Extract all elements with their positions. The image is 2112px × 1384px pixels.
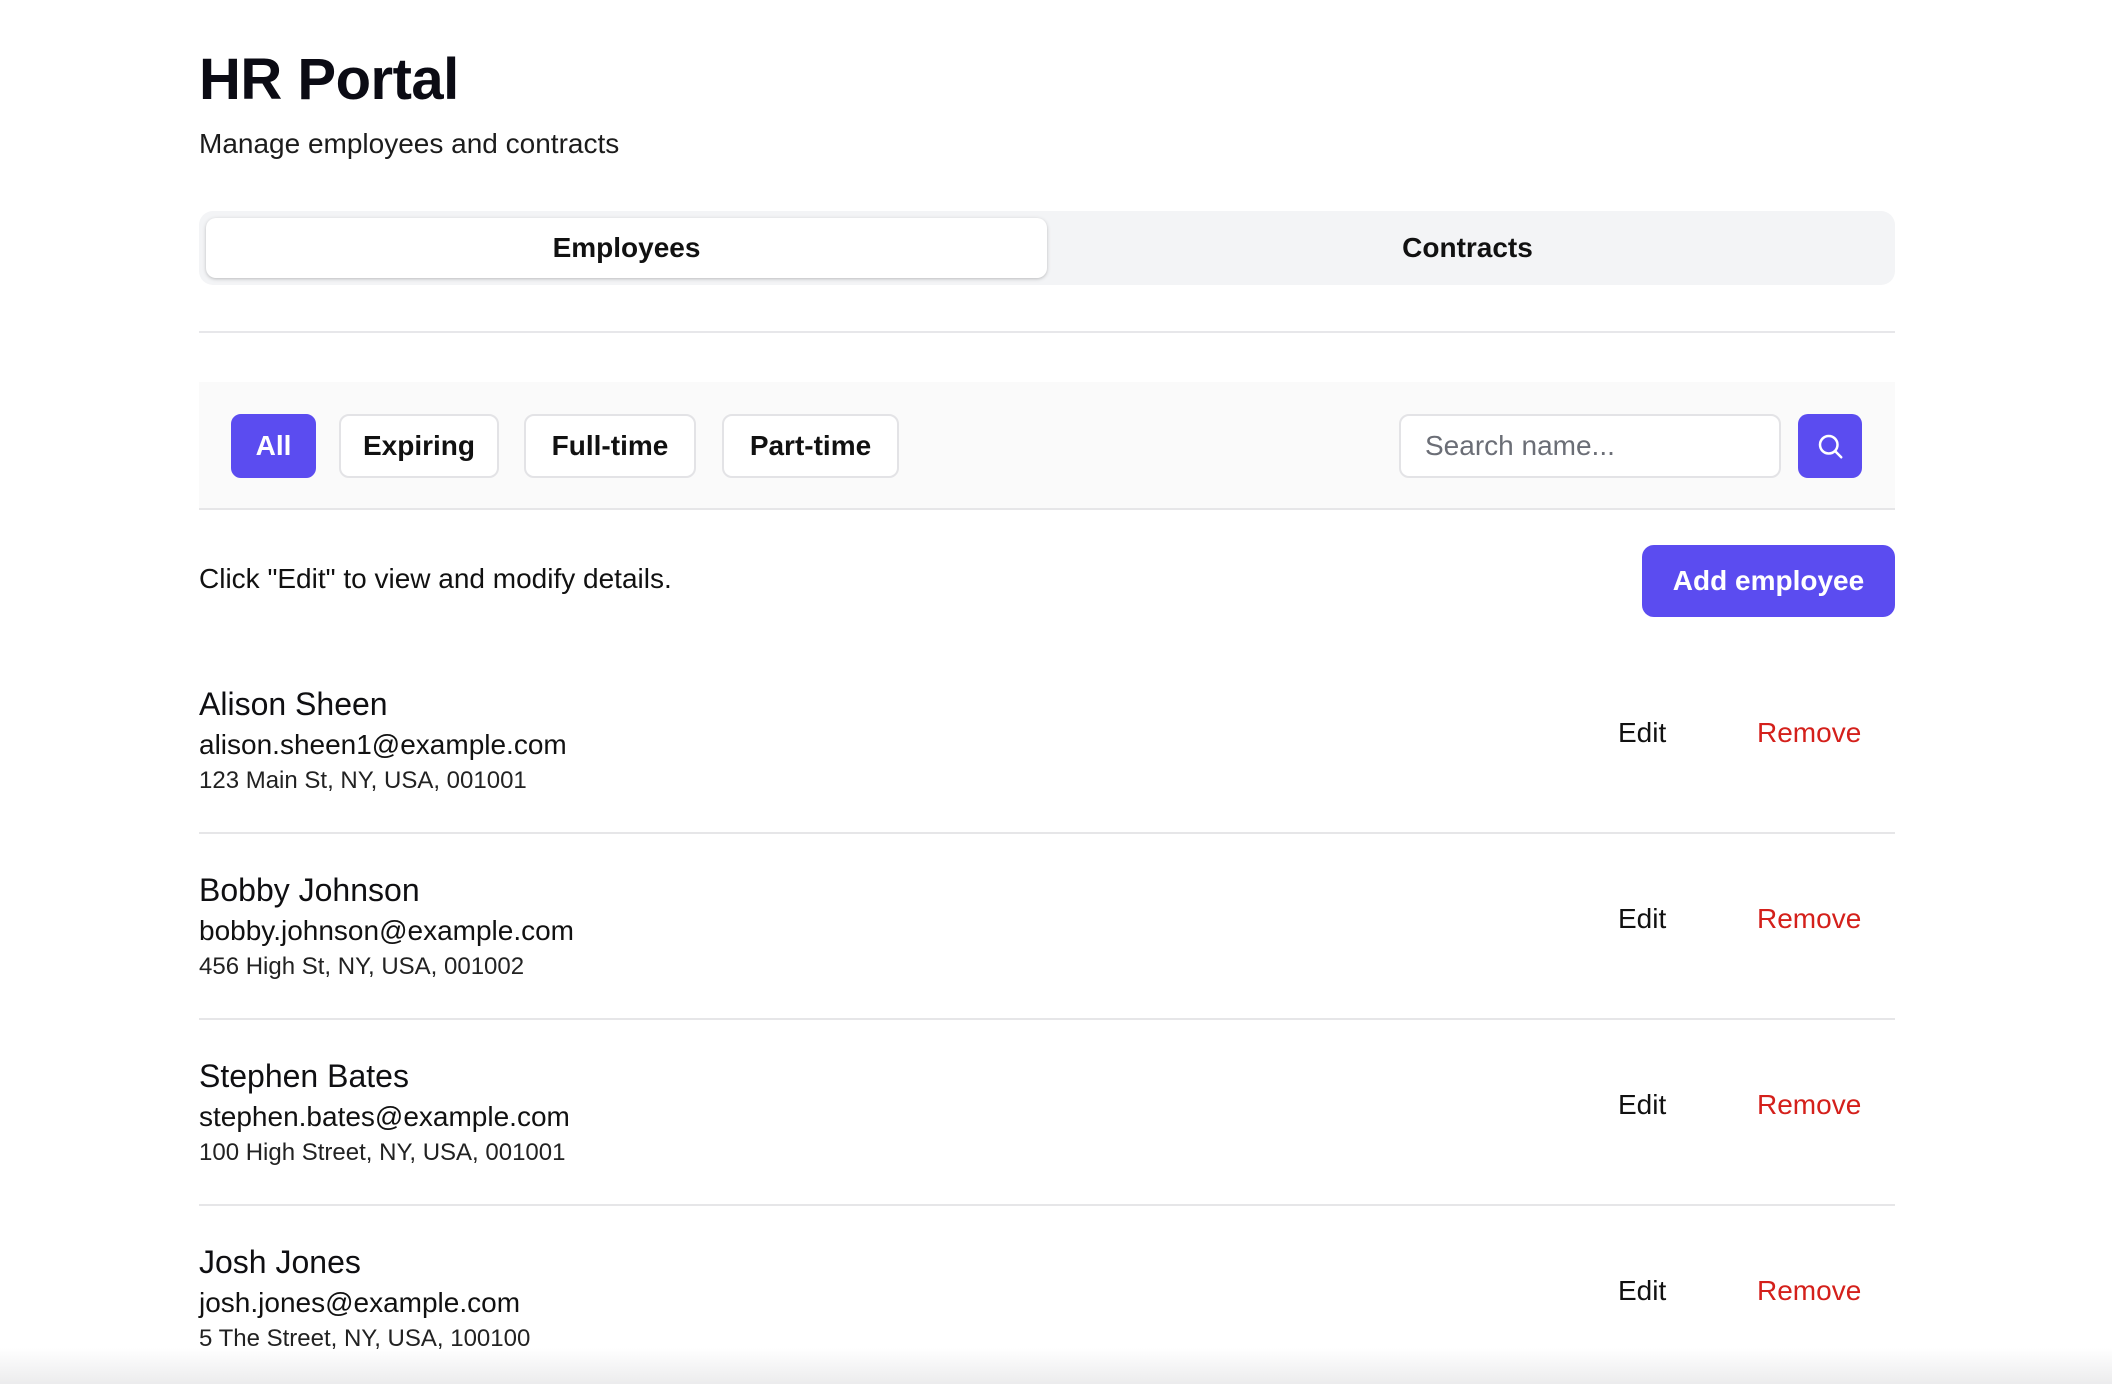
remove-button[interactable]: Remove [1757, 1089, 1861, 1121]
employee-name: Bobby Johnson [199, 872, 420, 908]
filter-chip-all[interactable]: All [231, 414, 316, 478]
employee-row: Bobby Johnson bobby.johnson@example.com … [199, 834, 1895, 1020]
employee-name: Alison Sheen [199, 686, 388, 722]
tab-contracts[interactable]: Contracts [1047, 218, 1888, 278]
employee-row: Josh Jones josh.jones@example.com 5 The … [199, 1206, 1895, 1384]
section-divider [199, 331, 1895, 333]
employee-email: bobby.johnson@example.com [199, 915, 575, 946]
remove-button[interactable]: Remove [1757, 717, 1861, 749]
employee-address: 100 High Street, NY, USA, 001001 [199, 1139, 566, 1166]
page-subtitle: Manage employees and contracts [199, 128, 620, 159]
employee-name: Stephen Bates [199, 1058, 409, 1094]
filter-chip-full-time[interactable]: Full-time [524, 414, 696, 478]
edit-button[interactable]: Edit [1618, 1089, 1666, 1121]
edit-button[interactable]: Edit [1618, 717, 1666, 749]
page-title: HR Portal [199, 47, 459, 112]
employee-address: 123 Main St, NY, USA, 001001 [199, 767, 527, 794]
tab-bar: Employees Contracts [199, 211, 1895, 285]
edit-button[interactable]: Edit [1618, 1275, 1666, 1307]
search-button[interactable] [1798, 414, 1862, 478]
employee-row: Alison Sheen alison.sheen1@example.com 1… [199, 648, 1895, 834]
hr-portal-page: HR Portal Manage employees and contracts… [0, 0, 2112, 1384]
employee-address: 5 The Street, NY, USA, 100100 [199, 1325, 531, 1352]
filter-chip-expiring[interactable]: Expiring [339, 414, 499, 478]
employee-email: josh.jones@example.com [199, 1287, 521, 1318]
filter-chip-part-time[interactable]: Part-time [722, 414, 899, 478]
add-employee-button[interactable]: Add employee [1642, 545, 1895, 617]
employee-email: stephen.bates@example.com [199, 1101, 570, 1132]
search-icon [1818, 434, 1843, 459]
employee-email: alison.sheen1@example.com [199, 729, 567, 760]
remove-button[interactable]: Remove [1757, 1275, 1861, 1307]
employee-name: Josh Jones [199, 1244, 361, 1280]
remove-button[interactable]: Remove [1757, 903, 1861, 935]
search-input[interactable] [1399, 414, 1781, 478]
filter-bar: All Expiring Full-time Part-time [199, 382, 1895, 510]
edit-button[interactable]: Edit [1618, 903, 1666, 935]
employee-row: Stephen Bates stephen.bates@example.com … [199, 1020, 1895, 1206]
edit-hint-text: Click "Edit" to view and modify details. [199, 563, 672, 594]
tab-employees[interactable]: Employees [206, 218, 1047, 278]
employee-address: 456 High St, NY, USA, 001002 [199, 953, 525, 980]
